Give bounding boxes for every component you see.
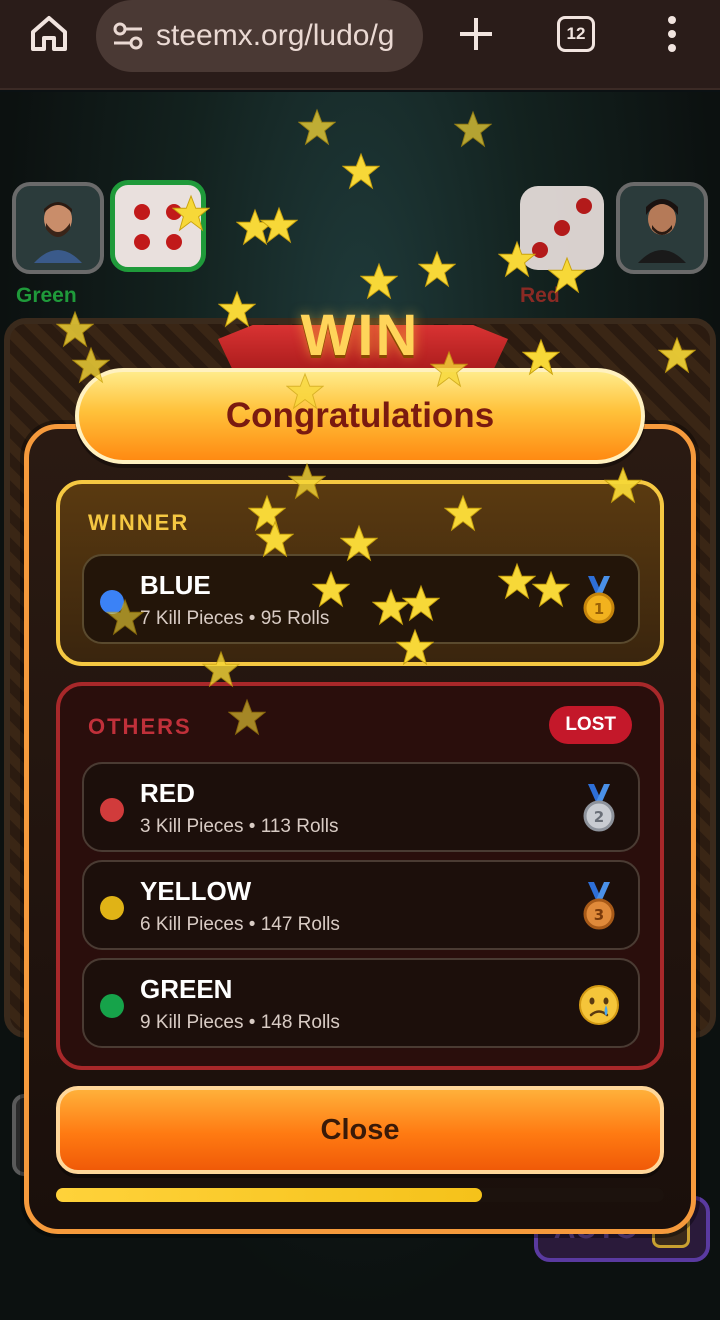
star-icon [340, 524, 378, 562]
star-icon [532, 570, 570, 608]
win-banner: WIN [300, 303, 420, 368]
svg-text:3: 3 [594, 906, 604, 924]
star-icon [498, 562, 536, 600]
star-icon [418, 250, 456, 288]
star-icon [396, 628, 434, 666]
star-icon [288, 462, 326, 500]
auto-close-progress [56, 1188, 664, 1202]
tab-count: 12 [566, 24, 586, 43]
green-color-dot [100, 994, 124, 1018]
winner-section: WINNER BLUE 7 Kill Pieces • 95 Rolls 1 [56, 480, 664, 666]
star-icon [498, 240, 536, 278]
svg-text:1: 1 [594, 600, 604, 618]
star-icon [298, 108, 336, 146]
winner-heading: WINNER [88, 510, 190, 535]
star-icon [360, 262, 398, 300]
player-result-stats: 3 Kill Pieces • 113 Rolls [140, 816, 339, 837]
site-settings-icon[interactable] [110, 18, 146, 54]
home-icon[interactable] [28, 12, 70, 54]
more-options-icon[interactable] [660, 14, 684, 54]
modal-title: Congratulations [225, 396, 495, 435]
star-icon [342, 152, 380, 190]
close-button[interactable]: Close [56, 1086, 664, 1174]
star-icon [256, 520, 294, 558]
player-result-stats: 6 Kill Pieces • 147 Rolls [140, 914, 340, 935]
star-icon [218, 290, 256, 328]
address-bar[interactable]: steemx.org/ludo/g [96, 0, 423, 72]
star-icon [548, 256, 586, 294]
crying-face-icon [579, 985, 619, 1025]
url-text: steemx.org/ludo/g [156, 19, 395, 52]
player-result-name: YELLOW [140, 876, 252, 906]
star-icon [260, 206, 298, 244]
star-icon [286, 372, 324, 410]
star-icon [604, 466, 642, 504]
red-player-avatar [616, 182, 708, 274]
new-tab-icon[interactable] [456, 14, 496, 54]
gold-medal-icon: 1 [583, 576, 615, 624]
red-color-dot [100, 798, 124, 822]
silver-medal-icon: 2 [583, 784, 615, 832]
winner-stats: 7 Kill Pieces • 95 Rolls [140, 608, 330, 629]
others-section: OTHERS LOST RED 3 Kill Pieces • 113 Roll… [56, 682, 664, 1070]
star-icon [228, 698, 266, 736]
star-icon [454, 110, 492, 148]
star-icon [402, 584, 440, 622]
others-heading: OTHERS [88, 714, 192, 739]
winner-name: BLUE [140, 570, 211, 600]
green-player-avatar [12, 182, 104, 274]
result-row-yellow: YELLOW 6 Kill Pieces • 147 Rolls 3 [82, 860, 640, 950]
player-name-green: Green [16, 284, 77, 307]
svg-text:2: 2 [594, 808, 604, 826]
avatar-icon [34, 202, 82, 263]
result-row-green: GREEN 9 Kill Pieces • 148 Rolls [82, 958, 640, 1048]
star-icon [444, 494, 482, 532]
star-icon [202, 650, 240, 688]
bronze-medal-icon: 3 [583, 882, 615, 930]
star-icon [522, 338, 560, 376]
star-icon [106, 598, 144, 636]
modal-title-banner: Congratulations [75, 368, 645, 464]
star-icon [72, 346, 110, 384]
auto-close-progress-fill [56, 1188, 482, 1202]
star-icon [312, 570, 350, 608]
avatar-icon [638, 199, 686, 263]
player-result-name: RED [140, 778, 195, 808]
player-result-stats: 9 Kill Pieces • 148 Rolls [140, 1012, 340, 1033]
star-icon [430, 350, 468, 388]
star-icon [56, 310, 94, 348]
player-result-name: GREEN [140, 974, 233, 1004]
browser-toolbar: steemx.org/ludo/g 12 [0, 0, 720, 90]
star-icon [658, 336, 696, 374]
lost-badge: LOST [549, 706, 632, 744]
star-icon [172, 194, 210, 232]
result-row-red: RED 3 Kill Pieces • 113 Rolls 2 [82, 762, 640, 852]
yellow-color-dot [100, 896, 124, 920]
tab-switcher-button[interactable]: 12 [557, 16, 595, 52]
